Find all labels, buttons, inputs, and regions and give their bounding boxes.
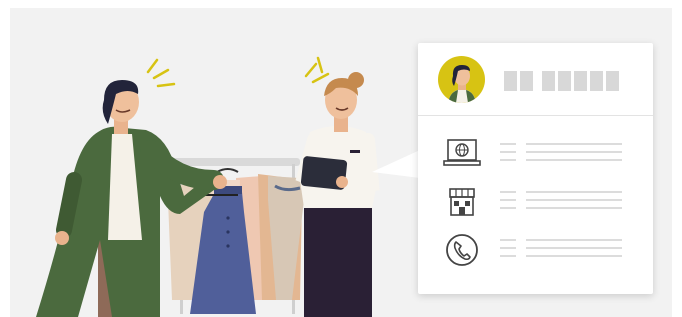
laptop-globe-icon [443,139,481,166]
contact-row-phone [418,231,653,271]
storefront-icon [449,188,475,216]
contact-row-store [418,183,653,223]
illustration [0,0,682,317]
customer-avatar-portrait [448,65,476,103]
customer-profile-card [418,43,653,294]
staff-figure [295,56,380,317]
phone-icon [446,234,478,266]
contact-row-web [418,135,653,175]
card-header [418,43,653,116]
avatar [438,56,485,103]
card-pointer [372,150,420,178]
